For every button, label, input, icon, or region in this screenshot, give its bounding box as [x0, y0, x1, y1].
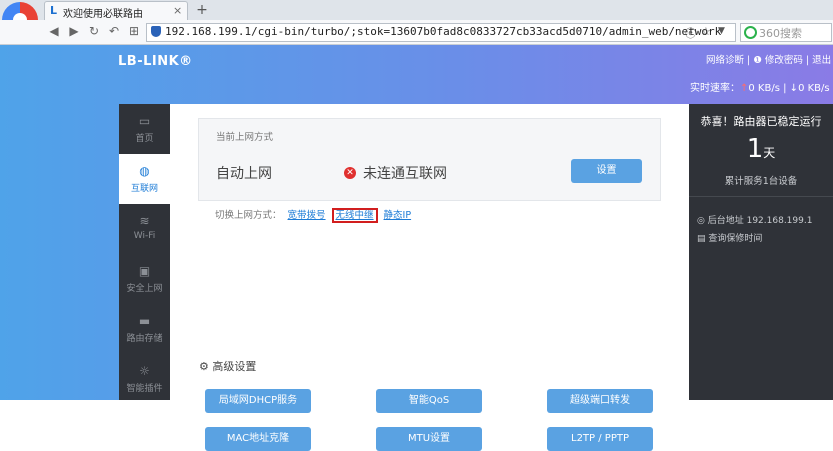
network-diagnosis-link[interactable]: 网络诊断 [706, 55, 744, 66]
search-box[interactable]: 360搜索 [740, 23, 832, 42]
undo-icon[interactable]: ↶ [107, 24, 121, 38]
status-panel: 恭喜！路由器已稳定运行 1天 累计服务1台设备 ◎ 后台地址 192.168.1… [689, 104, 833, 400]
globe-icon: ◍ [139, 164, 150, 178]
backend-address-row: ◎ 后台地址 192.168.199.1 [697, 213, 812, 226]
sidebar-item-label: Wi-Fi [133, 231, 156, 241]
monitor-icon: ▭ [138, 114, 151, 128]
realtime-rate: 实时速率：↑0 KB/s | ↓0 KB/s [690, 83, 830, 94]
pppoe-link[interactable]: 宽带拨号 [288, 210, 326, 221]
dropdown-icon[interactable]: ▼ [718, 26, 725, 36]
lock-icon: ▣ [138, 264, 151, 278]
uptime-days: 1天 [689, 134, 833, 164]
current-mode: 自动上网 [216, 166, 272, 182]
forward-icon[interactable]: ▶ [67, 24, 81, 38]
l2tp-pptp-button[interactable]: L2TP / PPTP [547, 427, 653, 451]
switch-mode-row: 切换上网方式： 宽带拨号 无线中继 静态IP [215, 207, 412, 223]
rate-label: 实时速率： [690, 83, 740, 94]
url-text[interactable]: 192.168.199.1/cgi-bin/turbo/;stok=13607b… [165, 25, 721, 38]
divider [689, 196, 833, 197]
congrats-text: 恭喜！路由器已稳定运行 [700, 115, 822, 128]
connection-status: 未连通互联网 [363, 166, 447, 182]
search-placeholder: 360搜索 [759, 27, 802, 40]
grid-icon[interactable]: ⊞ [127, 24, 141, 38]
sidebar-item-storage[interactable]: ▬ 路由存储 [119, 304, 170, 354]
main-content: 当前上网方式 自动上网 ✕ 未连通互联网 设置 切换上网方式： 宽带拨号 无线中继静… [170, 104, 689, 451]
error-icon: ✕ [344, 167, 356, 179]
browser-nav-bar: ◀ ▶ ↻ ↶ ⊞ 192.168.199.1/cgi-bin/turbo/;s… [0, 20, 833, 45]
brand-logo: LB-LINK® [118, 54, 193, 69]
wireless-relay-link[interactable]: 无线中继 [331, 208, 378, 223]
top-links: 网络诊断 | ❶ 修改密码 | 退出 [706, 55, 832, 66]
folder-icon: ▬ [138, 314, 151, 328]
gear-icon: ⚙ [199, 360, 209, 373]
tab-title: 欢迎使用必联路由 [63, 9, 143, 20]
address-bar[interactable]: 192.168.199.1/cgi-bin/turbo/;stok=13607b… [146, 23, 736, 42]
sidebar-item-plugins[interactable]: ☼ 智能插件 [119, 354, 170, 404]
search-engine-icon [744, 26, 757, 39]
devices-served: 累计服务1台设备 [724, 176, 798, 187]
info-icon: ❶ [753, 55, 762, 66]
upload-rate: 0 KB/s [748, 83, 780, 94]
sun-icon: ☼ [139, 364, 150, 378]
backend-address: 后台地址 192.168.199.1 [707, 216, 813, 226]
download-rate: 0 KB/s [798, 83, 830, 94]
location-icon: ◎ [697, 216, 705, 226]
tab-close-icon[interactable]: × [173, 4, 182, 17]
new-tab-button[interactable]: + [193, 2, 211, 18]
sidebar-item-label: 路由存储 [126, 334, 163, 344]
section-title: 当前上网方式 [216, 132, 274, 143]
sidebar-item-label: 互联网 [130, 184, 158, 194]
network-status-box: 当前上网方式 自动上网 ✕ 未连通互联网 设置 [198, 118, 661, 201]
browser-tab[interactable]: L 欢迎使用必联路由 × [44, 1, 188, 21]
compat-mode-icon[interactable]: ⓔ [685, 25, 696, 41]
static-ip-link[interactable]: 静态IP [384, 210, 412, 221]
sidebar-item-wifi[interactable]: ≋ Wi-Fi [119, 204, 170, 254]
sidebar-item-label: 智能插件 [126, 384, 163, 394]
warranty-row[interactable]: ▤ 查询保修时间 [697, 231, 762, 244]
warranty-link[interactable]: 查询保修时间 [708, 234, 762, 244]
qos-button[interactable]: 智能QoS [376, 389, 482, 413]
sidebar-item-label: 安全上网 [126, 284, 163, 294]
wifi-icon: ≋ [139, 214, 150, 228]
sidebar-item-internet[interactable]: ◍ 互联网 [119, 154, 170, 204]
sidebar-item-home[interactable]: ▭ 首页 [119, 104, 170, 154]
sidebar-item-label: 首页 [135, 134, 154, 144]
change-password-link[interactable]: 修改密码 [765, 55, 803, 66]
refresh-icon[interactable]: ↻ [87, 24, 101, 38]
days-value: 1 [746, 134, 764, 164]
download-arrow-icon: ↓ [789, 83, 799, 94]
star-icon[interactable]: ☆ [701, 25, 711, 38]
document-icon: ▤ [697, 234, 706, 244]
days-unit: 天 [763, 146, 776, 160]
setup-button[interactable]: 设置 [571, 159, 642, 183]
logout-link[interactable]: 退出 [812, 55, 831, 66]
sidebar: ▭ 首页 ◍ 互联网 ≋ Wi-Fi ▣ 安全上网 ▬ 路由存储 ☼ 智能插件 [119, 104, 170, 400]
advanced-settings-title: ⚙ 高级设置 [199, 358, 256, 374]
advanced-title-text: 高级设置 [212, 360, 257, 373]
router-page: LB-LINK® 网络诊断 | ❶ 修改密码 | 退出 实时速率：↑0 KB/s… [0, 45, 833, 451]
port-forward-button[interactable]: 超级端口转发 [547, 389, 653, 413]
mac-clone-button[interactable]: MAC地址克隆 [205, 427, 311, 451]
security-shield-icon [151, 26, 161, 37]
sidebar-item-security[interactable]: ▣ 安全上网 [119, 254, 170, 304]
switch-label: 切换上网方式： [215, 210, 282, 221]
back-icon[interactable]: ◀ [47, 24, 61, 38]
dhcp-button[interactable]: 局域网DHCP服务 [205, 389, 311, 413]
site-favicon-icon: L [50, 4, 58, 17]
mtu-button[interactable]: MTU设置 [376, 427, 482, 451]
